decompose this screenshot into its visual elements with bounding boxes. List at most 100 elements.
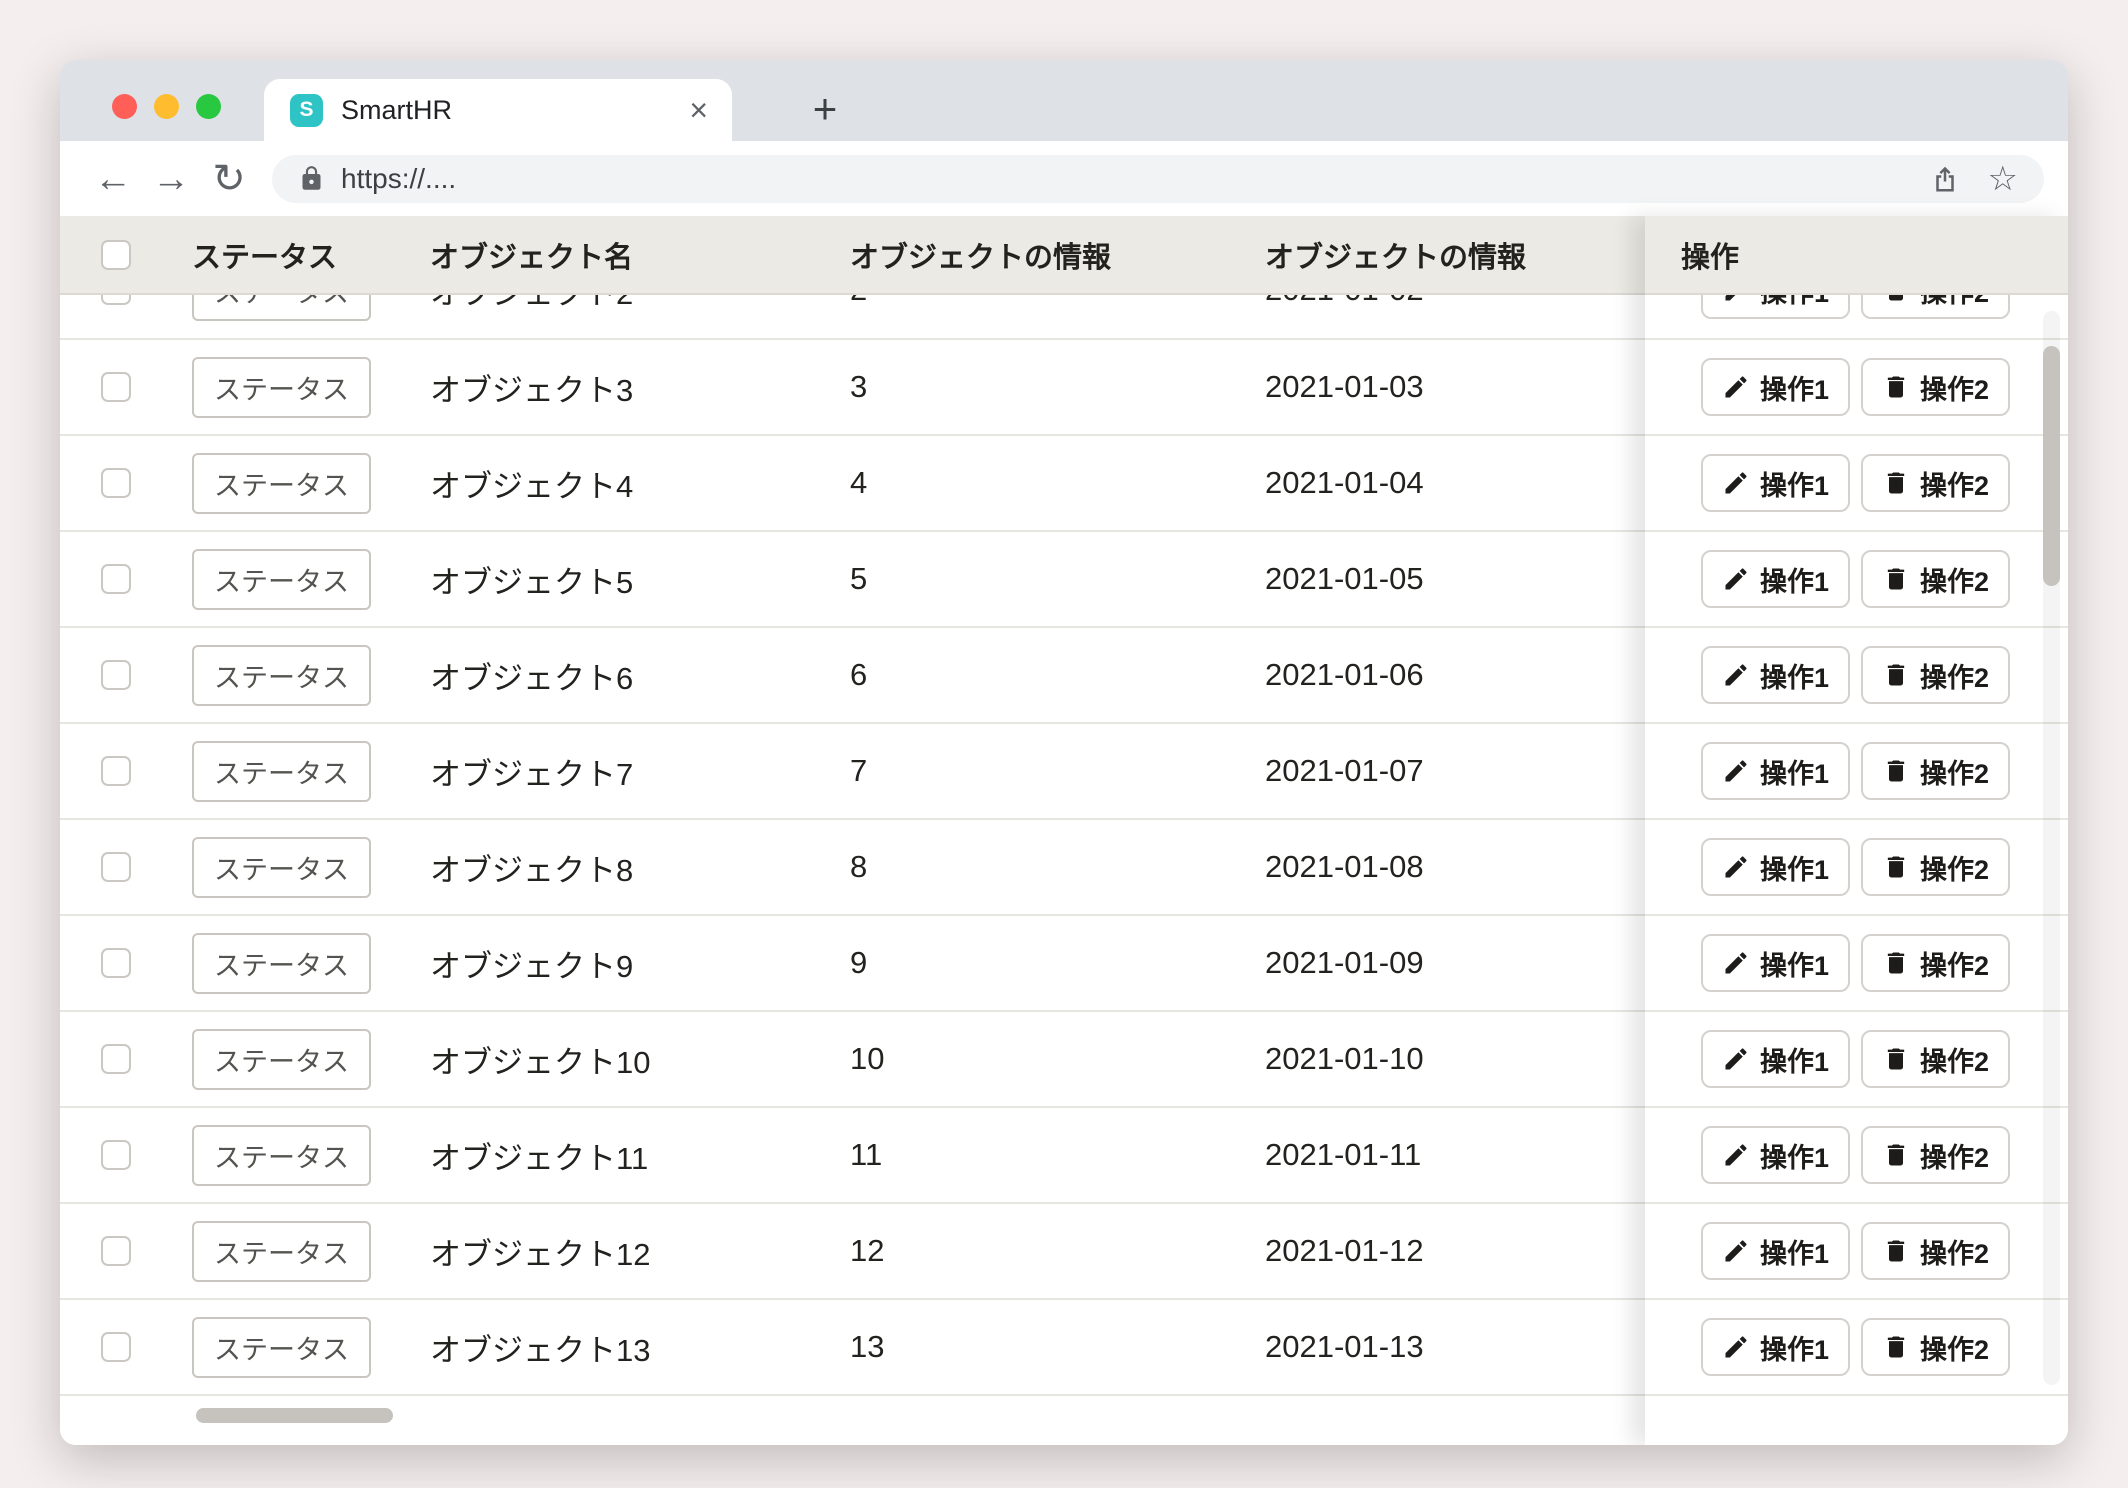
object-date-cell: 2021-01-08 <box>1265 849 1645 885</box>
delete-button[interactable]: 操作2 <box>1861 358 2010 416</box>
delete-button[interactable]: 操作2 <box>1861 1318 2010 1376</box>
url-text: https://.... <box>341 163 1930 195</box>
back-icon[interactable]: ← <box>84 160 142 198</box>
tab-close-icon[interactable]: × <box>689 94 708 126</box>
browser-tab-smarthr[interactable]: S SmartHR × <box>264 79 732 141</box>
row-checkbox[interactable] <box>101 295 131 305</box>
edit-button-label: 操作1 <box>1760 464 1829 503</box>
object-date-cell: 2021-01-09 <box>1265 945 1645 981</box>
object-date-cell: 2021-01-03 <box>1265 369 1645 405</box>
delete-button[interactable]: 操作2 <box>1861 1126 2010 1184</box>
new-tab-button[interactable]: + <box>800 85 850 135</box>
delete-button[interactable]: 操作2 <box>1861 742 2010 800</box>
delete-button-label: 操作2 <box>1920 1136 1989 1175</box>
pencil-icon <box>1722 757 1750 785</box>
address-bar[interactable]: https://.... ☆ <box>272 155 2044 203</box>
trash-icon <box>1882 1237 1910 1265</box>
table-header: ステータス オブジェクト名 オブジェクトの情報 オブジェクトの情報 <box>60 216 1645 295</box>
horizontal-scrollbar-thumb[interactable] <box>196 1408 393 1423</box>
actions-row: 操作1 操作2 <box>1645 295 2068 338</box>
edit-button[interactable]: 操作1 <box>1701 934 1850 992</box>
status-badge: ステータス <box>192 933 371 994</box>
row-checkbox[interactable] <box>101 852 131 882</box>
row-checkbox[interactable] <box>101 1044 131 1074</box>
action-rows: 操作1 操作2 操作1 操作2 操作1 操作2 操作1 操作 <box>1645 295 2068 1396</box>
edit-button-label: 操作1 <box>1760 1040 1829 1079</box>
delete-button[interactable]: 操作2 <box>1861 646 2010 704</box>
actions-row: 操作1 操作2 <box>1645 820 2068 916</box>
edit-button[interactable]: 操作1 <box>1701 358 1850 416</box>
edit-button[interactable]: 操作1 <box>1701 295 1850 319</box>
actions-row: 操作1 操作2 <box>1645 1108 2068 1204</box>
delete-button-label: 操作2 <box>1920 1232 1989 1271</box>
trash-icon <box>1882 565 1910 593</box>
actions-row: 操作1 操作2 <box>1645 532 2068 628</box>
row-checkbox[interactable] <box>101 372 131 402</box>
edit-button[interactable]: 操作1 <box>1701 1222 1850 1280</box>
delete-button[interactable]: 操作2 <box>1861 550 2010 608</box>
edit-button[interactable]: 操作1 <box>1701 838 1850 896</box>
actions-row: 操作1 操作2 <box>1645 340 2068 436</box>
table-row: ステータス オブジェクト7 7 2021-01-07 <box>60 724 1645 820</box>
delete-button-label: 操作2 <box>1920 464 1989 503</box>
row-checkbox[interactable] <box>101 564 131 594</box>
close-window-button[interactable] <box>112 94 137 119</box>
edit-button-label: 操作1 <box>1760 1136 1829 1175</box>
bookmark-star-icon[interactable]: ☆ <box>1988 162 2018 196</box>
row-checkbox[interactable] <box>101 948 131 978</box>
forward-icon[interactable]: → <box>142 160 200 198</box>
status-badge: ステータス <box>192 1125 371 1186</box>
row-checkbox[interactable] <box>101 1236 131 1266</box>
object-date-cell: 2021-01-13 <box>1265 1329 1645 1365</box>
trash-icon <box>1882 661 1910 689</box>
delete-button-label: 操作2 <box>1920 1040 1989 1079</box>
tab-strip: S SmartHR × + <box>60 60 2068 141</box>
row-checkbox[interactable] <box>101 468 131 498</box>
table-rows: ステータス オブジェクト2 2 2021-01-02 ステータス オブジェクト3… <box>60 295 1645 1396</box>
object-name-cell: オブジェクト10 <box>430 1037 850 1082</box>
zoom-window-button[interactable] <box>196 94 221 119</box>
status-badge: ステータス <box>192 295 371 321</box>
actions-row: 操作1 操作2 <box>1645 436 2068 532</box>
object-info-cell: 9 <box>850 945 1265 981</box>
object-info-cell: 7 <box>850 753 1265 789</box>
edit-button[interactable]: 操作1 <box>1701 454 1850 512</box>
object-info-cell: 11 <box>850 1137 1265 1173</box>
delete-button-label: 操作2 <box>1920 656 1989 695</box>
status-badge: ステータス <box>192 645 371 706</box>
row-checkbox[interactable] <box>101 1140 131 1170</box>
edit-button-label: 操作1 <box>1760 368 1829 407</box>
delete-button[interactable]: 操作2 <box>1861 295 2010 319</box>
delete-button[interactable]: 操作2 <box>1861 838 2010 896</box>
actions-row: 操作1 操作2 <box>1645 1300 2068 1396</box>
status-badge: ステータス <box>192 549 371 610</box>
browser-window: S SmartHR × + ← → ↻ https://.... ☆ <box>60 60 2068 1445</box>
edit-button[interactable]: 操作1 <box>1701 742 1850 800</box>
edit-button[interactable]: 操作1 <box>1701 550 1850 608</box>
trash-icon <box>1882 1333 1910 1361</box>
trash-icon <box>1882 949 1910 977</box>
delete-button[interactable]: 操作2 <box>1861 1222 2010 1280</box>
table-page: ステータス オブジェクト名 オブジェクトの情報 オブジェクトの情報 ステータス … <box>60 216 2068 1445</box>
row-checkbox[interactable] <box>101 756 131 786</box>
delete-button[interactable]: 操作2 <box>1861 934 2010 992</box>
reload-icon[interactable]: ↻ <box>200 159 258 199</box>
edit-button[interactable]: 操作1 <box>1701 1318 1850 1376</box>
edit-button[interactable]: 操作1 <box>1701 646 1850 704</box>
vertical-scrollbar-thumb[interactable] <box>2043 346 2060 586</box>
share-icon[interactable] <box>1930 164 1960 194</box>
select-all-checkbox[interactable] <box>101 240 131 270</box>
edit-button-label: 操作1 <box>1760 656 1829 695</box>
minimize-window-button[interactable] <box>154 94 179 119</box>
delete-button[interactable]: 操作2 <box>1861 1030 2010 1088</box>
edit-button[interactable]: 操作1 <box>1701 1126 1850 1184</box>
trash-icon <box>1882 373 1910 401</box>
table-row: ステータス オブジェクト5 5 2021-01-05 <box>60 532 1645 628</box>
row-checkbox[interactable] <box>101 660 131 690</box>
delete-button[interactable]: 操作2 <box>1861 454 2010 512</box>
edit-button[interactable]: 操作1 <box>1701 1030 1850 1088</box>
object-info-cell: 4 <box>850 465 1265 501</box>
object-date-cell: 2021-01-06 <box>1265 657 1645 693</box>
object-name-cell: オブジェクト6 <box>430 653 850 698</box>
row-checkbox[interactable] <box>101 1332 131 1362</box>
